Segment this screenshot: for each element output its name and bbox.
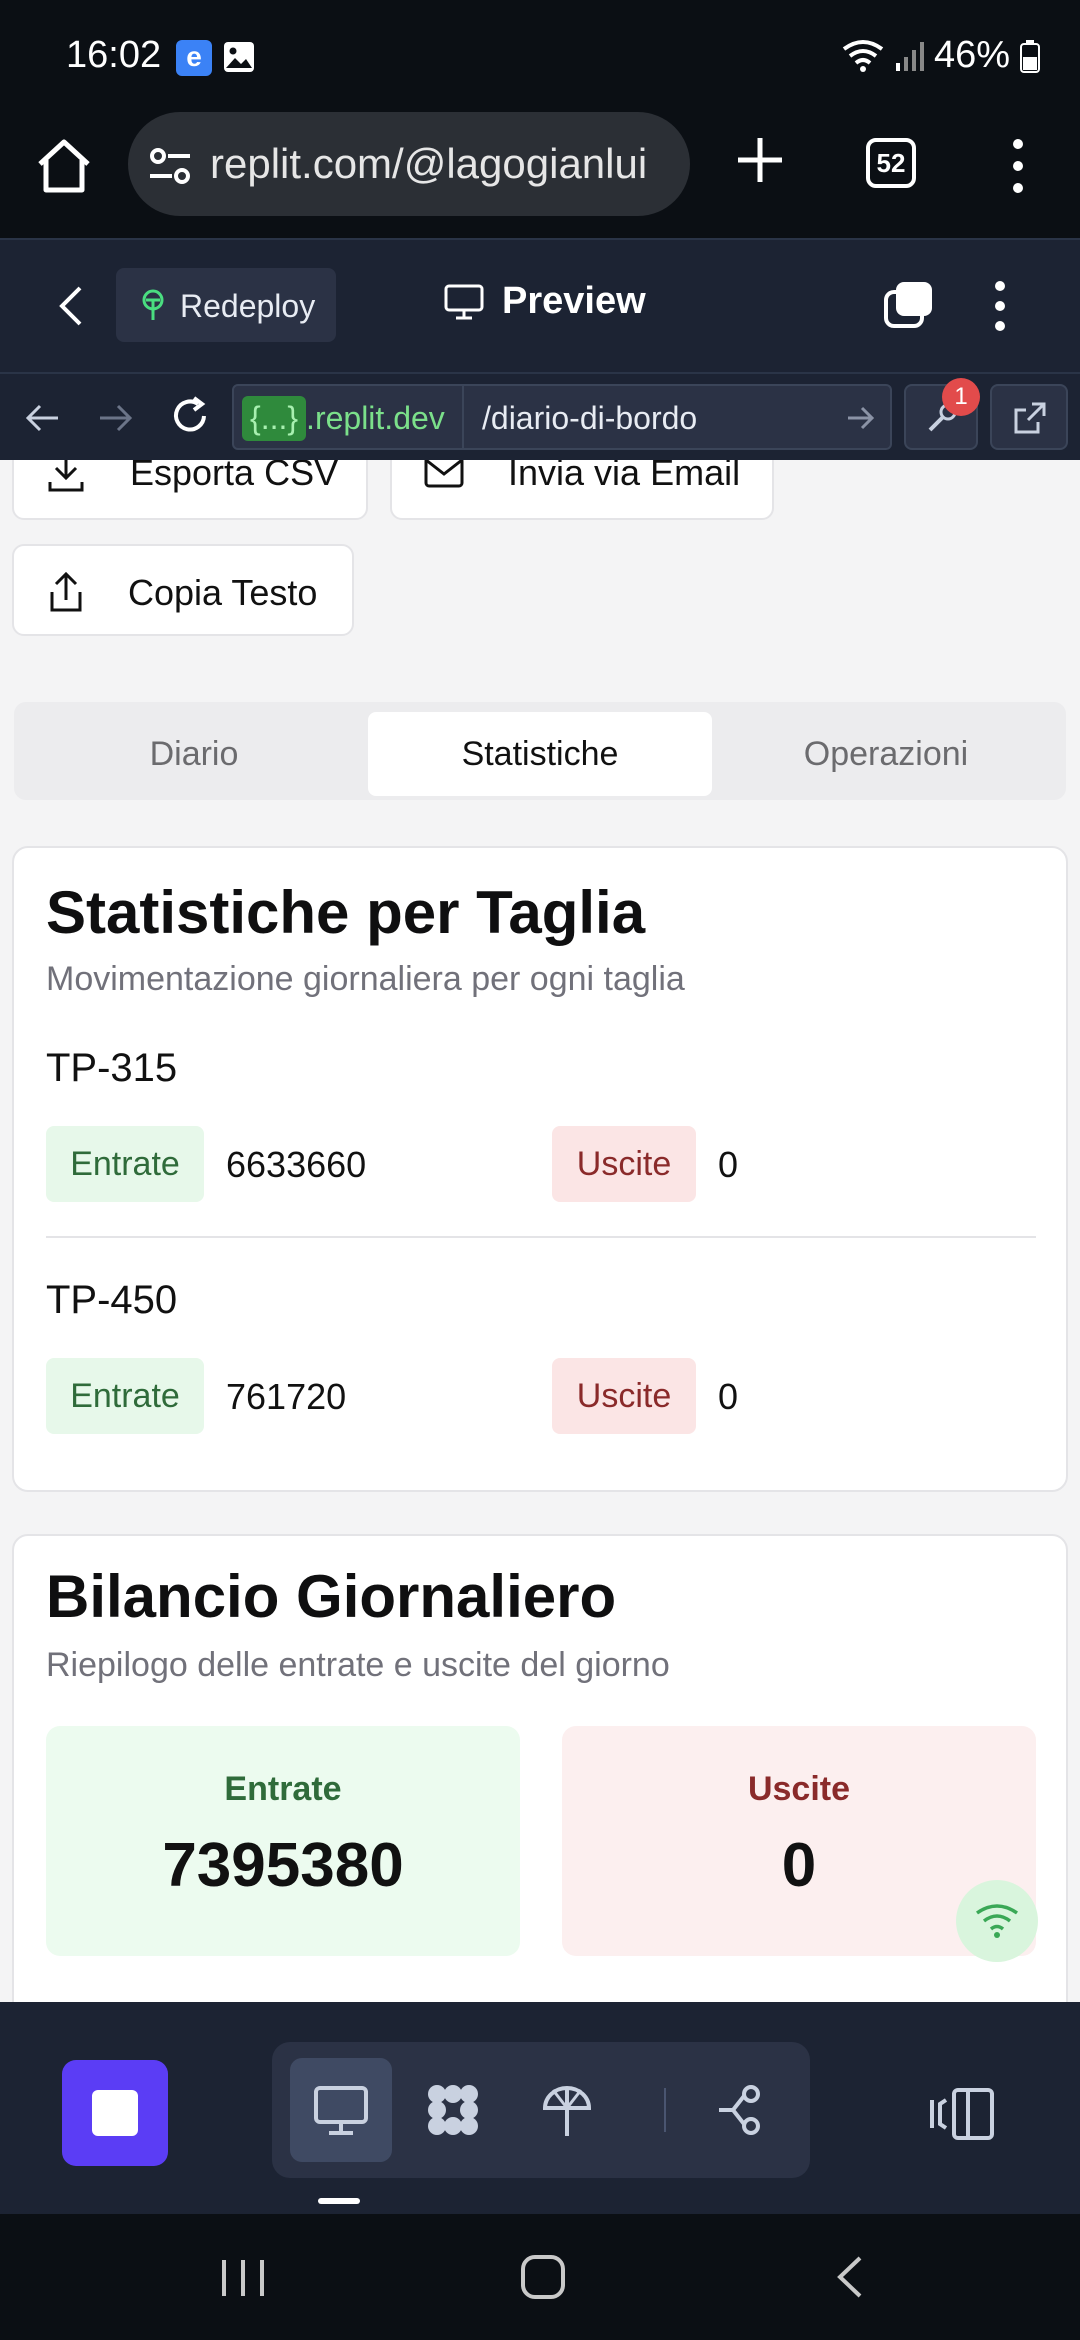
size-name: TP-450: [46, 1278, 178, 1322]
download-icon: [48, 460, 84, 492]
tab-statistiche[interactable]: Statistiche: [368, 712, 712, 796]
in-badge: Entrate: [46, 1358, 204, 1434]
browser-menu-icon[interactable]: [1008, 138, 1028, 194]
status-right: 46%: [842, 34, 1040, 77]
domain-prefix: {...}: [242, 395, 307, 441]
out-badge: Uscite: [552, 1358, 696, 1434]
tab-operazioni[interactable]: Operazioni: [714, 712, 1058, 796]
row-divider: [46, 1236, 1036, 1238]
preview-domain: {...} .replit.dev: [242, 394, 445, 442]
wifi-icon: [975, 1904, 1019, 1938]
android-navigation-bar: [0, 2214, 1080, 2340]
home-icon[interactable]: [32, 134, 96, 198]
preview-title: Preview: [444, 280, 646, 323]
card-title: Bilancio Giornaliero: [46, 1563, 617, 1630]
mail-icon: [424, 460, 464, 488]
battery-icon: [1020, 39, 1040, 73]
agent-tool[interactable]: [402, 2058, 504, 2162]
stats-by-size-card: Statistiche per Taglia Movimentazione gi…: [12, 846, 1068, 1492]
domain-suffix: .replit.dev: [306, 399, 445, 436]
new-tab-icon[interactable]: [730, 130, 790, 190]
out-total-label: Uscite: [747, 1770, 851, 1808]
stop-button[interactable]: [62, 2060, 168, 2166]
back-nav-icon[interactable]: [832, 2254, 866, 2300]
send-email-button[interactable]: Invia via Email: [390, 460, 774, 520]
back-icon[interactable]: [52, 284, 92, 328]
in-value: 6633660: [226, 1144, 367, 1185]
daily-balance-card: Bilancio Giornaliero Riepilogo delle ent…: [12, 1534, 1068, 2002]
in-total-label: Entrate: [224, 1770, 342, 1808]
more-options-icon[interactable]: [990, 280, 1010, 332]
git-branch-icon: [719, 2085, 760, 2135]
preview-back-icon[interactable]: [22, 398, 62, 438]
out-badge: Uscite: [552, 1126, 696, 1202]
replit-toolbar: [0, 2002, 1080, 2214]
tab-diario[interactable]: Diario: [22, 712, 366, 796]
deploy-tool[interactable]: [516, 2058, 618, 2162]
redeploy-label: Redeploy: [180, 288, 316, 324]
card-subtitle: Movimentazione giornaliera per ogni tagl…: [46, 960, 685, 998]
browser-toolbar: replit.com/@lagogianlui 52: [0, 112, 1080, 238]
card-subtitle: Riepilogo delle entrate e uscite del gio…: [46, 1646, 670, 1684]
site-settings-icon[interactable]: [148, 146, 192, 186]
agent-icon: [428, 2085, 478, 2135]
active-indicator: [318, 2198, 360, 2204]
wifi-icon: [842, 39, 884, 72]
preview-forward-icon[interactable]: [96, 398, 136, 438]
url-divider: [462, 386, 464, 448]
status-bar: 16:02 e 46%: [0, 0, 1080, 112]
copy-text-label: Copia Testo: [128, 572, 318, 613]
monitor-icon: [314, 2086, 368, 2135]
preview-tool[interactable]: [290, 2058, 392, 2162]
url-text[interactable]: replit.com/@lagogianlui: [210, 140, 670, 188]
share-icon: [50, 571, 82, 612]
split-view-icon[interactable]: [882, 280, 936, 330]
home-nav-icon[interactable]: [520, 2254, 566, 2300]
battery-percent: 46%: [933, 34, 1010, 76]
signal-icon: [895, 41, 924, 71]
address-bar[interactable]: replit.com/@lagogianlui: [128, 112, 690, 216]
preview-url-bar: {...} .replit.dev /diario-di-bordo 1: [0, 372, 1080, 460]
in-total-box: Entrate 7395380: [46, 1726, 520, 1956]
in-value: 761720: [226, 1376, 347, 1417]
network-status-button[interactable]: [956, 1880, 1038, 1962]
preview-path[interactable]: /diario-di-bordo: [482, 400, 697, 437]
external-link-icon: [1014, 402, 1046, 434]
notification-badge: 1: [942, 378, 980, 416]
out-value: 0: [718, 1144, 739, 1185]
send-email-label: Invia via Email: [508, 460, 741, 493]
web-content: Esporta CSV Invia via Email Copia Testo …: [0, 460, 1080, 2002]
deploy-icon: [542, 2086, 592, 2136]
out-total-value: 0: [781, 1831, 817, 1900]
in-badge: Entrate: [46, 1126, 204, 1202]
size-name: TP-315: [46, 1046, 178, 1090]
out-value: 0: [718, 1376, 739, 1417]
in-total-value: 7395380: [162, 1831, 404, 1900]
git-tool[interactable]: [692, 2058, 794, 2162]
replit-header: Redeploy Preview: [0, 238, 1080, 372]
export-csv-label: Esporta CSV: [130, 460, 339, 493]
gallery-icon: [224, 42, 254, 72]
open-external-button[interactable]: [990, 384, 1068, 450]
deploy-icon: [142, 289, 164, 320]
preview-label: Preview: [502, 280, 646, 322]
export-csv-button[interactable]: Esporta CSV: [12, 460, 368, 520]
edge-app-icon: e: [176, 40, 212, 76]
reload-icon[interactable]: [168, 394, 212, 438]
card-title: Statistiche per Taglia: [46, 879, 646, 946]
redeploy-button[interactable]: Redeploy: [116, 268, 336, 342]
preview-url-field[interactable]: {...} .replit.dev /diario-di-bordo: [232, 384, 892, 450]
stop-icon: [92, 2090, 138, 2136]
tab-list: Diario Statistiche Operazioni: [14, 702, 1066, 800]
status-time: 16:02: [66, 34, 162, 76]
tab-switcher-button[interactable]: 52: [866, 138, 916, 188]
toolbar-separator: [664, 2088, 666, 2132]
copy-text-button[interactable]: Copia Testo: [12, 544, 354, 636]
sidebar-toggle-icon[interactable]: [928, 2086, 998, 2142]
devtools-button[interactable]: 1: [904, 378, 980, 450]
go-arrow-icon[interactable]: [844, 402, 876, 434]
monitor-icon: [444, 284, 484, 319]
tool-group: [272, 2042, 810, 2178]
recents-icon[interactable]: [218, 2256, 268, 2300]
